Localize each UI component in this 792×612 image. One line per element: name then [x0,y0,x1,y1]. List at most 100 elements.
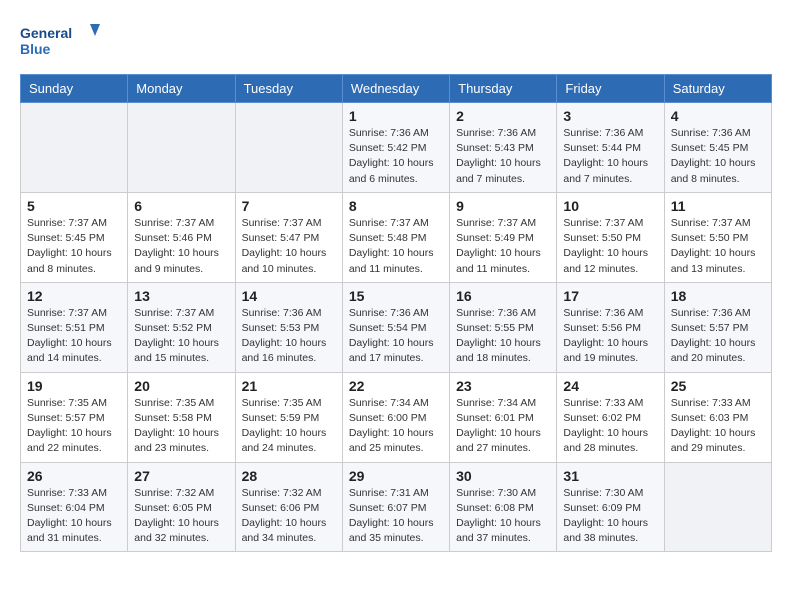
day-number: 25 [671,378,765,394]
weekday-header-friday: Friday [557,75,664,103]
calendar-cell: 8 Sunrise: 7:37 AMSunset: 5:48 PMDaylight… [342,192,449,282]
day-number: 14 [242,288,336,304]
calendar-cell: 9 Sunrise: 7:37 AMSunset: 5:49 PMDaylight… [450,192,557,282]
day-info: Sunrise: 7:36 AMSunset: 5:57 PMDaylight:… [671,306,765,367]
calendar-week-row: 1 Sunrise: 7:36 AMSunset: 5:42 PMDaylight… [21,103,772,193]
day-info: Sunrise: 7:36 AMSunset: 5:42 PMDaylight:… [349,126,443,187]
day-number: 2 [456,108,550,124]
calendar-cell: 4 Sunrise: 7:36 AMSunset: 5:45 PMDaylight… [664,103,771,193]
day-number: 8 [349,198,443,214]
calendar-cell: 22 Sunrise: 7:34 AMSunset: 6:00 PMDayligh… [342,372,449,462]
day-info: Sunrise: 7:35 AMSunset: 5:59 PMDaylight:… [242,396,336,457]
calendar-cell [128,103,235,193]
day-number: 6 [134,198,228,214]
calendar-cell [235,103,342,193]
calendar-cell: 5 Sunrise: 7:37 AMSunset: 5:45 PMDaylight… [21,192,128,282]
calendar-cell: 23Sunrise: 7:34 AMSunset: 6:01 PMDayligh… [450,372,557,462]
calendar-cell: 28 Sunrise: 7:32 AMSunset: 6:06 PMDayligh… [235,462,342,552]
svg-text:General: General [20,25,72,41]
day-info: Sunrise: 7:30 AMSunset: 6:08 PMDaylight:… [456,486,550,547]
day-number: 26 [27,468,121,484]
calendar-cell: 24Sunrise: 7:33 AMSunset: 6:02 PMDayligh… [557,372,664,462]
calendar-cell: 12 Sunrise: 7:37 AMSunset: 5:51 PMDayligh… [21,282,128,372]
calendar-cell: 16Sunrise: 7:36 AMSunset: 5:55 PMDayligh… [450,282,557,372]
weekday-header-monday: Monday [128,75,235,103]
day-number: 1 [349,108,443,124]
day-info: Sunrise: 7:37 AMSunset: 5:51 PMDaylight:… [27,306,121,367]
day-info: Sunrise: 7:34 AMSunset: 6:01 PMDaylight:… [456,396,550,457]
calendar-cell: 1 Sunrise: 7:36 AMSunset: 5:42 PMDaylight… [342,103,449,193]
day-info: Sunrise: 7:37 AMSunset: 5:50 PMDaylight:… [563,216,657,277]
calendar-cell [664,462,771,552]
calendar-cell: 3Sunrise: 7:36 AMSunset: 5:44 PMDaylight… [557,103,664,193]
calendar-cell: 11Sunrise: 7:37 AMSunset: 5:50 PMDayligh… [664,192,771,282]
day-number: 17 [563,288,657,304]
day-info: Sunrise: 7:33 AMSunset: 6:03 PMDaylight:… [671,396,765,457]
calendar-cell [21,103,128,193]
day-info: Sunrise: 7:37 AMSunset: 5:46 PMDaylight:… [134,216,228,277]
day-info: Sunrise: 7:37 AMSunset: 5:48 PMDaylight:… [349,216,443,277]
calendar-cell: 31 Sunrise: 7:30 AMSunset: 6:09 PMDayligh… [557,462,664,552]
calendar-week-row: 12 Sunrise: 7:37 AMSunset: 5:51 PMDayligh… [21,282,772,372]
day-number: 30 [456,468,550,484]
day-number: 19 [27,378,121,394]
day-number: 31 [563,468,657,484]
day-number: 29 [349,468,443,484]
day-number: 10 [563,198,657,214]
logo-svg: General Blue [20,20,100,64]
day-info: Sunrise: 7:36 AMSunset: 5:54 PMDaylight:… [349,306,443,367]
calendar-cell: 27Sunrise: 7:32 AMSunset: 6:05 PMDayligh… [128,462,235,552]
calendar-week-row: 5 Sunrise: 7:37 AMSunset: 5:45 PMDaylight… [21,192,772,282]
day-info: Sunrise: 7:32 AMSunset: 6:06 PMDaylight:… [242,486,336,547]
weekday-header-sunday: Sunday [21,75,128,103]
calendar-cell: 20 Sunrise: 7:35 AMSunset: 5:58 PMDayligh… [128,372,235,462]
day-info: Sunrise: 7:37 AMSunset: 5:45 PMDaylight:… [27,216,121,277]
calendar-cell: 21 Sunrise: 7:35 AMSunset: 5:59 PMDayligh… [235,372,342,462]
day-info: Sunrise: 7:34 AMSunset: 6:00 PMDaylight:… [349,396,443,457]
calendar-cell: 10 Sunrise: 7:37 AMSunset: 5:50 PMDayligh… [557,192,664,282]
calendar-cell: 7 Sunrise: 7:37 AMSunset: 5:47 PMDaylight… [235,192,342,282]
weekday-header-tuesday: Tuesday [235,75,342,103]
svg-text:Blue: Blue [20,41,51,57]
day-info: Sunrise: 7:36 AMSunset: 5:43 PMDaylight:… [456,126,550,187]
day-info: Sunrise: 7:36 AMSunset: 5:53 PMDaylight:… [242,306,336,367]
calendar-cell: 19 Sunrise: 7:35 AMSunset: 5:57 PMDayligh… [21,372,128,462]
calendar-cell: 6 Sunrise: 7:37 AMSunset: 5:46 PMDaylight… [128,192,235,282]
day-number: 7 [242,198,336,214]
calendar-cell: 30 Sunrise: 7:30 AMSunset: 6:08 PMDayligh… [450,462,557,552]
day-number: 13 [134,288,228,304]
calendar-cell: 17 Sunrise: 7:36 AMSunset: 5:56 PMDayligh… [557,282,664,372]
calendar-cell: 25 Sunrise: 7:33 AMSunset: 6:03 PMDayligh… [664,372,771,462]
day-number: 5 [27,198,121,214]
weekday-header-row: SundayMondayTuesdayWednesdayThursdayFrid… [21,75,772,103]
calendar-cell: 26 Sunrise: 7:33 AMSunset: 6:04 PMDayligh… [21,462,128,552]
day-info: Sunrise: 7:35 AMSunset: 5:58 PMDaylight:… [134,396,228,457]
day-number: 3 [563,108,657,124]
calendar-week-row: 19 Sunrise: 7:35 AMSunset: 5:57 PMDayligh… [21,372,772,462]
day-number: 9 [456,198,550,214]
day-info: Sunrise: 7:37 AMSunset: 5:47 PMDaylight:… [242,216,336,277]
day-number: 27 [134,468,228,484]
day-info: Sunrise: 7:31 AMSunset: 6:07 PMDaylight:… [349,486,443,547]
day-info: Sunrise: 7:33 AMSunset: 6:04 PMDaylight:… [27,486,121,547]
calendar-cell: 2 Sunrise: 7:36 AMSunset: 5:43 PMDaylight… [450,103,557,193]
day-number: 21 [242,378,336,394]
day-number: 20 [134,378,228,394]
day-number: 4 [671,108,765,124]
day-number: 12 [27,288,121,304]
calendar-cell: 13Sunrise: 7:37 AMSunset: 5:52 PMDayligh… [128,282,235,372]
weekday-header-wednesday: Wednesday [342,75,449,103]
day-info: Sunrise: 7:37 AMSunset: 5:49 PMDaylight:… [456,216,550,277]
day-info: Sunrise: 7:35 AMSunset: 5:57 PMDaylight:… [27,396,121,457]
day-number: 18 [671,288,765,304]
day-info: Sunrise: 7:36 AMSunset: 5:56 PMDaylight:… [563,306,657,367]
page-header: General Blue [20,20,772,64]
logo: General Blue [20,20,100,64]
day-info: Sunrise: 7:37 AMSunset: 5:50 PMDaylight:… [671,216,765,277]
day-info: Sunrise: 7:33 AMSunset: 6:02 PMDaylight:… [563,396,657,457]
day-number: 28 [242,468,336,484]
calendar-table: SundayMondayTuesdayWednesdayThursdayFrid… [20,74,772,552]
day-number: 22 [349,378,443,394]
day-info: Sunrise: 7:36 AMSunset: 5:45 PMDaylight:… [671,126,765,187]
day-info: Sunrise: 7:30 AMSunset: 6:09 PMDaylight:… [563,486,657,547]
